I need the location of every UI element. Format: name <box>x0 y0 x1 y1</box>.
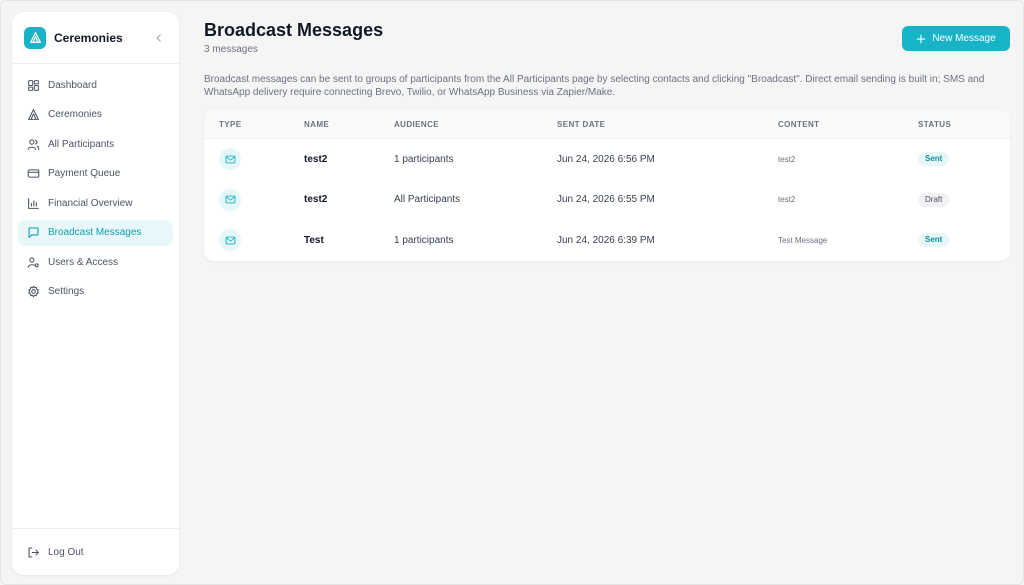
logout-icon <box>26 545 40 559</box>
sidebar-item-broadcast-messages[interactable]: Broadcast Messages <box>18 219 173 246</box>
message-icon <box>26 226 40 240</box>
message-sent-date: Jun 24, 2026 6:39 PM <box>557 234 655 246</box>
users-icon <box>26 137 40 151</box>
mail-icon <box>219 188 241 211</box>
message-count: 3 messages <box>204 44 258 55</box>
page-title: Broadcast Messages <box>204 20 384 40</box>
plus-icon <box>916 34 926 44</box>
brand-name: Ceremonies <box>54 30 123 45</box>
sidebar-footer: Log Out <box>12 528 179 575</box>
message-sent-date: Jun 24, 2026 6:56 PM <box>557 153 655 165</box>
sidebar-item-ceremonies[interactable]: Ceremonies <box>18 102 173 128</box>
status-badge: Sent <box>918 152 950 167</box>
message-content: test2 <box>778 195 796 205</box>
sidebar: Ceremonies Dashboard Ceremonies All Part… <box>12 12 179 575</box>
credit-card-icon <box>26 167 40 181</box>
column-header-status[interactable]: STATUS <box>918 120 1010 129</box>
column-header-audience[interactable]: AUDIENCE <box>394 120 557 129</box>
chevron-left-icon <box>156 33 161 42</box>
sidebar-brand: Ceremonies <box>12 12 179 64</box>
message-content: test2 <box>778 154 796 164</box>
status-badge: Draft <box>918 192 950 207</box>
dashboard-icon <box>26 78 40 92</box>
table-row[interactable]: Test 1 participants Jun 24, 2026 6:39 PM… <box>204 220 1010 261</box>
sidebar-item-users-access[interactable]: Users & Access <box>18 249 173 275</box>
sidebar-item-label: Dashboard <box>48 79 97 91</box>
bar-chart-icon <box>26 196 40 210</box>
mail-icon <box>219 229 241 252</box>
column-header-type[interactable]: TYPE <box>204 120 304 129</box>
message-name: test2 <box>304 194 328 206</box>
table-row[interactable]: test2 All Participants Jun 24, 2026 6:55… <box>204 180 1010 221</box>
sidebar-item-label: Settings <box>48 286 85 297</box>
new-message-button[interactable]: New Message <box>902 26 1010 51</box>
table-row[interactable]: test2 1 participants Jun 24, 2026 6:56 P… <box>204 139 1010 180</box>
user-key-icon <box>26 255 40 269</box>
description-text: Broadcast messages can be sent to groups… <box>204 74 985 98</box>
message-sent-date: Jun 24, 2026 6:55 PM <box>557 194 655 206</box>
sidebar-nav: Dashboard Ceremonies All Participants Pa… <box>12 64 179 316</box>
message-name: Test <box>304 234 324 246</box>
gear-icon <box>26 285 40 299</box>
sidebar-item-label: Payment Queue <box>48 168 121 179</box>
sidebar-item-label: Broadcast Messages <box>48 227 142 238</box>
messages-table: TYPE NAME AUDIENCE SENT DATE CONTENT STA… <box>204 110 1010 261</box>
app-window: Ceremonies Dashboard Ceremonies All Part… <box>0 0 1024 585</box>
message-content: Test Message <box>778 235 828 245</box>
message-audience: 1 participants <box>394 234 454 246</box>
sidebar-item-dashboard[interactable]: Dashboard <box>18 72 173 98</box>
sidebar-item-all-participants[interactable]: All Participants <box>18 131 173 157</box>
sidebar-item-label: Financial Overview <box>48 197 133 209</box>
logout-button[interactable]: Log Out <box>18 539 173 565</box>
sidebar-item-label: All Participants <box>48 138 115 150</box>
column-header-sent-date[interactable]: SENT DATE <box>557 120 778 129</box>
message-name: test2 <box>304 153 328 165</box>
message-audience: 1 participants <box>394 153 454 165</box>
sidebar-item-settings[interactable]: Settings <box>18 279 173 305</box>
logout-label: Log Out <box>48 546 84 558</box>
sidebar-item-payment-queue[interactable]: Payment Queue <box>18 161 173 187</box>
tent-icon <box>26 108 40 122</box>
collapse-sidebar-button[interactable] <box>151 30 167 46</box>
sidebar-item-label: Users & Access <box>48 256 119 268</box>
column-header-content[interactable]: CONTENT <box>778 120 918 129</box>
column-header-name[interactable]: NAME <box>304 120 394 129</box>
new-message-label: New Message <box>932 33 996 44</box>
sidebar-item-label: Ceremonies <box>48 109 102 120</box>
main-content: Broadcast Messages 3 messages New Messag… <box>204 19 1010 261</box>
message-audience: All Participants <box>394 194 461 206</box>
tent-logo-icon <box>24 26 46 49</box>
status-badge: Sent <box>918 233 950 248</box>
mail-icon <box>219 148 241 171</box>
table-header: TYPE NAME AUDIENCE SENT DATE CONTENT STA… <box>204 110 1010 139</box>
sidebar-item-financial-overview[interactable]: Financial Overview <box>18 190 173 216</box>
